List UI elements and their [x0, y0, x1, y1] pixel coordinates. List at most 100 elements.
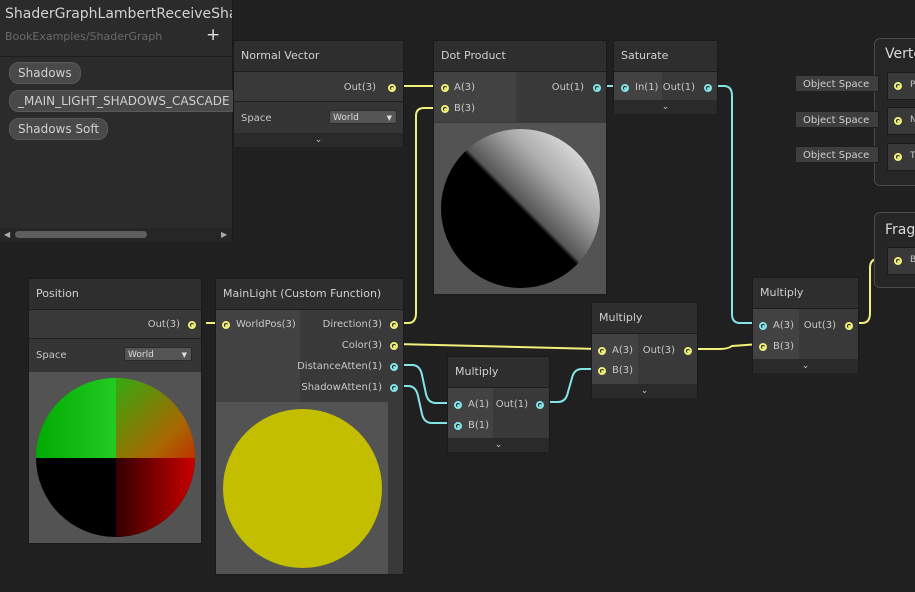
- collapse-chevron-icon[interactable]: ⌄: [753, 359, 858, 373]
- node-title[interactable]: Multiply: [753, 278, 858, 309]
- scroll-left-icon[interactable]: ◀: [4, 228, 10, 241]
- space-value: World: [333, 113, 359, 123]
- port-b-dot[interactable]: [441, 105, 449, 113]
- node-multiply-1[interactable]: Multiply A(1) B(1) Out(1) ⌄: [447, 356, 550, 452]
- port-b-dot[interactable]: [598, 367, 606, 375]
- space-field: Space World ▼: [29, 338, 201, 373]
- port-worldpos-dot[interactable]: [222, 321, 230, 329]
- port-out-dot[interactable]: [188, 321, 196, 329]
- port-a-dot[interactable]: [598, 347, 606, 355]
- object-space-normal[interactable]: Object Space: [795, 111, 879, 128]
- port-out-dot[interactable]: [845, 322, 853, 330]
- divider: [0, 56, 232, 57]
- node-multiply-2[interactable]: Multiply A(3) B(3) Out(3) ⌄: [591, 302, 698, 398]
- preview-sphere-top: [36, 378, 195, 537]
- port-out-dot[interactable]: [684, 347, 692, 355]
- horizontal-scrollbar[interactable]: ◀ ▶: [0, 228, 232, 241]
- space-label: Space: [36, 350, 67, 361]
- slot-label: P: [910, 80, 915, 90]
- keyword-main-light-shadows-cascade[interactable]: _MAIN_LIGHT_SHADOWS_CASCADE: [9, 90, 239, 112]
- port-out-label: Out(1): [551, 82, 584, 93]
- port-worldpos-label: WorldPos(3): [236, 319, 296, 330]
- collapse-chevron-icon[interactable]: ⌄: [614, 100, 717, 114]
- preview-quadrant-red: [116, 458, 195, 537]
- vertex-context-title: Verte: [885, 46, 915, 62]
- port-a-dot[interactable]: [441, 84, 449, 92]
- node-dot-product[interactable]: Dot Product A(3) B(3) Out(1): [433, 40, 607, 295]
- preview-sphere: [223, 409, 382, 568]
- slot-port-dot[interactable]: [894, 257, 902, 265]
- port-direction-dot[interactable]: [390, 321, 398, 329]
- wire-color-to-mul2: [395, 343, 599, 350]
- wire-mul2-to-mul3: [690, 343, 761, 350]
- node-title[interactable]: Multiply: [592, 303, 697, 334]
- vertex-slot-position[interactable]: P: [887, 72, 915, 100]
- space-dropdown[interactable]: World ▼: [329, 110, 397, 124]
- space-value: World: [128, 350, 154, 360]
- scroll-right-icon[interactable]: ▶: [221, 228, 227, 241]
- slot-port-dot[interactable]: [894, 153, 902, 161]
- node-multiply-3[interactable]: Multiply A(3) B(3) Out(3) ⌄: [752, 277, 859, 373]
- node-title[interactable]: Dot Product: [434, 41, 606, 72]
- collapse-chevron-icon[interactable]: ⌄: [234, 133, 403, 147]
- port-shadowatten-dot[interactable]: [390, 384, 398, 392]
- vertex-slot-normal[interactable]: N: [887, 107, 915, 135]
- node-saturate[interactable]: Saturate In(1) Out(1) ⌄: [613, 40, 718, 114]
- space-label: Space: [241, 113, 272, 124]
- vertex-slot-tangent[interactable]: T: [887, 143, 915, 171]
- fragment-context-title: Frag: [885, 222, 915, 238]
- port-out-dot[interactable]: [593, 84, 601, 92]
- port-a-label: A(3): [773, 320, 795, 331]
- node-preview: [29, 372, 201, 543]
- node-title[interactable]: Position: [29, 279, 201, 310]
- wire-shadow-to-mul1: [396, 385, 454, 424]
- port-in-dot[interactable]: [621, 84, 629, 92]
- port-shadowatten-label: ShadowAtten(1): [301, 382, 382, 393]
- port-b-label: B(3): [454, 103, 476, 114]
- slot-label: N: [910, 115, 915, 125]
- port-b-dot[interactable]: [759, 343, 767, 351]
- object-space-tangent[interactable]: Object Space: [795, 146, 879, 163]
- chevron-down-icon: ▼: [181, 351, 187, 359]
- node-title[interactable]: Multiply: [448, 357, 549, 388]
- port-out-dot[interactable]: [388, 84, 396, 92]
- slot-port-dot[interactable]: [894, 82, 902, 90]
- port-in-label: In(1): [635, 82, 659, 93]
- object-space-position[interactable]: Object Space: [795, 75, 879, 92]
- port-b-dot[interactable]: [454, 422, 462, 430]
- slot-port-dot[interactable]: [894, 117, 902, 125]
- node-title[interactable]: Normal Vector: [234, 41, 403, 72]
- port-out-dot[interactable]: [704, 84, 712, 92]
- port-distanceatten-label: DistanceAtten(1): [297, 361, 382, 372]
- keyword-shadows-soft[interactable]: Shadows Soft: [9, 118, 109, 140]
- collapse-chevron-icon[interactable]: ⌄: [448, 438, 549, 452]
- blackboard-panel: ShaderGraphLambertReceiveShad BookExampl…: [0, 0, 239, 241]
- port-color-label: Color(3): [341, 340, 382, 351]
- fragment-slot-basecolor[interactable]: B: [887, 247, 915, 275]
- node-normal-vector[interactable]: Normal Vector Out(3) Space World ▼ ⌄: [233, 40, 404, 147]
- port-a-dot[interactable]: [759, 322, 767, 330]
- collapse-chevron-icon[interactable]: ⌄: [592, 384, 697, 398]
- graph-canvas[interactable]: ShaderGraphLambertReceiveShad BookExampl…: [0, 0, 915, 592]
- preview-sphere: [441, 129, 600, 288]
- scrollbar-thumb[interactable]: [15, 231, 147, 238]
- node-title[interactable]: MainLight (Custom Function): [216, 279, 403, 310]
- slot-label: B: [910, 255, 915, 265]
- port-out-label: Out(3): [803, 320, 836, 331]
- port-color-dot[interactable]: [390, 342, 398, 350]
- node-position[interactable]: Position Out(3) Space World ▼: [28, 278, 202, 544]
- port-a-dot[interactable]: [454, 401, 462, 409]
- port-distanceatten-dot[interactable]: [390, 363, 398, 371]
- port-b-label: B(3): [612, 365, 634, 376]
- port-out-label: Out(3): [147, 319, 180, 330]
- keyword-shadows[interactable]: Shadows: [9, 62, 81, 84]
- port-out-label: Out(3): [642, 345, 675, 356]
- fragment-context[interactable]: Frag B: [874, 212, 915, 288]
- port-out-dot[interactable]: [536, 401, 544, 409]
- node-title[interactable]: Saturate: [614, 41, 717, 72]
- node-preview: [216, 402, 388, 574]
- space-dropdown[interactable]: World ▼: [124, 347, 192, 361]
- vertex-context[interactable]: Verte P N T: [874, 38, 915, 186]
- node-main-light[interactable]: MainLight (Custom Function) WorldPos(3) …: [215, 278, 404, 575]
- add-property-icon[interactable]: +: [206, 25, 220, 45]
